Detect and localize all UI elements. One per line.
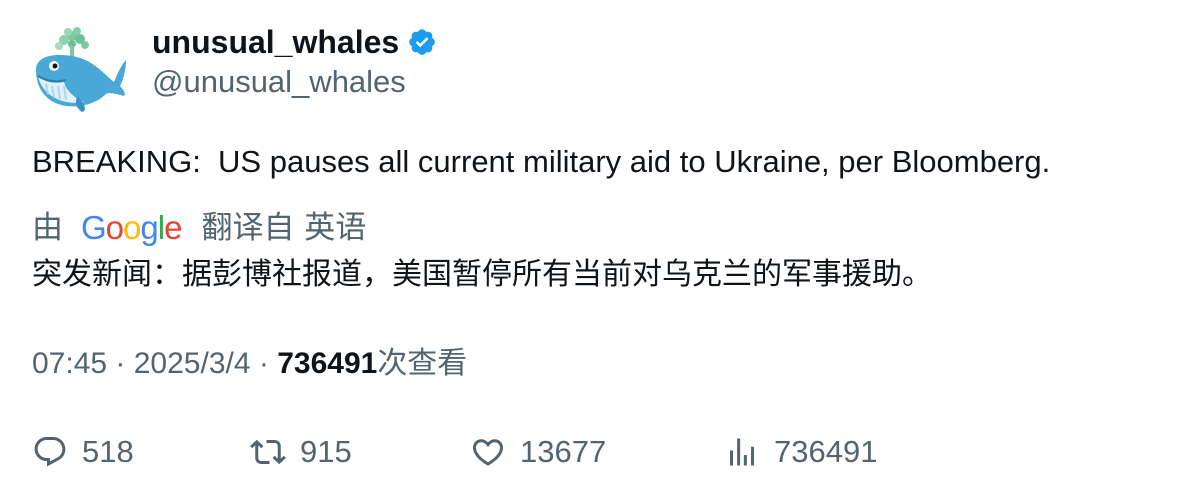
whale-icon: [36, 27, 126, 112]
views-label: 次查看: [377, 346, 468, 381]
bar-chart-icon: [730, 438, 754, 466]
avatar[interactable]: [30, 24, 130, 114]
tweet-text: BREAKING: US pauses all current military…: [32, 144, 1051, 179]
translation-attribution[interactable]: 由 Google 翻译自 英语: [32, 206, 366, 250]
retweet-count: 915: [300, 434, 352, 469]
reply-count: 518: [82, 434, 134, 469]
tweet-time[interactable]: 07:45: [32, 347, 107, 380]
views-count: 736491: [277, 347, 378, 380]
retweet-button[interactable]: 915: [250, 428, 352, 476]
views-button[interactable]: 736491: [724, 428, 877, 476]
author-handle[interactable]: @unusual_whales: [152, 62, 406, 102]
author-display-name[interactable]: unusual_whales: [152, 22, 399, 62]
meta-separator: ·: [107, 347, 134, 380]
translation-suffix: 翻译自 英语: [201, 210, 367, 246]
translated-text: 突发新闻：据彭博社报道，美国暂停所有当前对乌克兰的军事援助。: [32, 257, 932, 292]
meta-separator: ·: [250, 347, 278, 380]
author-name-row[interactable]: unusual_whales: [152, 22, 437, 62]
heart-icon: [472, 439, 504, 466]
tweet-date[interactable]: 2025/3/4: [134, 347, 251, 380]
translation-prefix: 由: [32, 210, 63, 246]
retweet-icon: [250, 439, 286, 465]
like-count: 13677: [520, 434, 607, 469]
google-logo: Google: [81, 209, 182, 246]
reply-button[interactable]: 518: [32, 428, 134, 476]
tweet-meta: 07:45 · 2025/3/4 · 736491次查看: [32, 342, 467, 386]
views-action-count: 736491: [774, 434, 878, 469]
like-button[interactable]: 13677: [470, 428, 606, 476]
reply-icon: [34, 437, 66, 467]
action-bar: 518 915 13677 736491: [32, 428, 1172, 476]
verified-badge-icon: [407, 27, 437, 57]
